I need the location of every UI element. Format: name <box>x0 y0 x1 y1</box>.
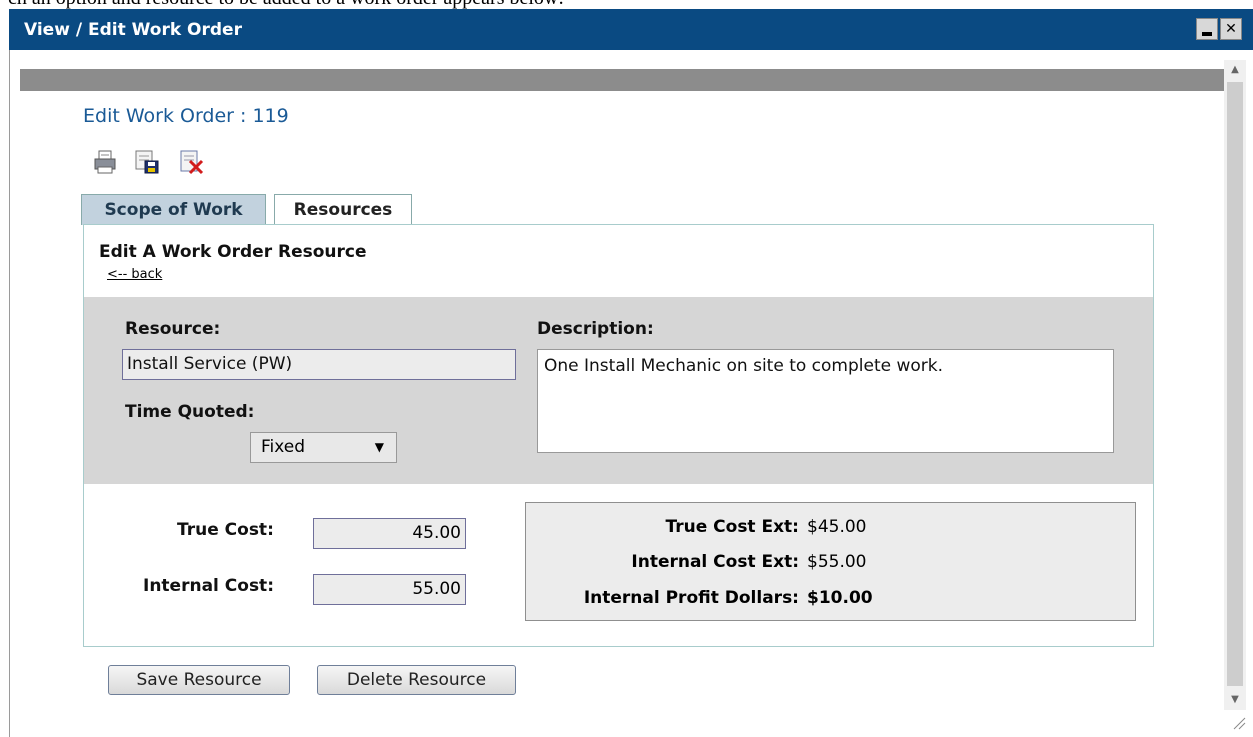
scroll-up-arrow-icon[interactable]: ▲ <box>1224 60 1246 80</box>
scroll-down-arrow-icon[interactable]: ▼ <box>1224 690 1246 710</box>
true-cost-input[interactable]: 45.00 <box>313 518 466 549</box>
profit-value: $10.00 <box>807 588 873 608</box>
back-link[interactable]: <-- back <box>107 267 162 282</box>
internal-cost-ext-value: $55.00 <box>807 552 867 572</box>
description-label: Description: <box>537 319 654 339</box>
vertical-scrollbar[interactable]: ▲ ▼ <box>1224 60 1246 710</box>
close-button[interactable]: ✕ <box>1220 18 1242 40</box>
true-cost-ext-value: $45.00 <box>807 517 867 537</box>
time-quoted-value: Fixed <box>261 437 306 457</box>
document-caption-strip: ch an option and resource to be added to… <box>0 0 1253 9</box>
resize-grip-icon[interactable] <box>1232 716 1246 730</box>
resource-edit-panel: Edit A Work Order Resource <-- back Reso… <box>83 224 1154 647</box>
time-quoted-select[interactable]: Fixed ▼ <box>250 432 397 463</box>
true-cost-ext-row: True Cost Ext: $45.00 <box>526 517 1137 541</box>
internal-cost-label: Internal Cost: <box>143 576 274 596</box>
dropdown-arrow-icon: ▼ <box>374 440 384 454</box>
cancel-icon[interactable] <box>179 149 205 175</box>
internal-cost-input[interactable]: 55.00 <box>313 574 466 605</box>
cost-section: True Cost: 45.00 Internal Cost: 55.00 Tr… <box>84 484 1153 646</box>
window-titlebar: View / Edit Work Order ✕ <box>9 9 1253 50</box>
close-icon: ✕ <box>1225 21 1237 37</box>
minimize-button[interactable] <box>1196 18 1218 40</box>
true-cost-label: True Cost: <box>177 520 274 540</box>
scroll-thumb[interactable] <box>1227 82 1243 686</box>
document-caption: ch an option and resource to be added to… <box>8 0 564 9</box>
cost-summary-box: True Cost Ext: $45.00 Internal Cost Ext:… <box>525 502 1136 621</box>
print-icon[interactable] <box>92 149 118 175</box>
save-resource-button[interactable]: Save Resource <box>108 665 290 695</box>
resource-label: Resource: <box>125 319 221 339</box>
internal-cost-ext-label: Internal Cost Ext: <box>631 552 799 572</box>
section-title: Edit A Work Order Resource <box>99 242 367 262</box>
time-quoted-label: Time Quoted: <box>125 402 255 422</box>
page-title: Edit Work Order : 119 <box>83 105 289 127</box>
delete-resource-button[interactable]: Delete Resource <box>317 665 516 695</box>
true-cost-ext-label: True Cost Ext: <box>665 517 800 537</box>
window-content: ▲ ▼ Edit Work Order : 119 Scope of Work … <box>9 50 1253 737</box>
internal-cost-ext-row: Internal Cost Ext: $55.00 <box>526 552 1137 576</box>
profit-label: Internal Profit Dollars: <box>583 588 799 608</box>
description-textarea[interactable]: One Install Mechanic on site to complete… <box>537 349 1114 453</box>
tab-resources[interactable]: Resources <box>274 194 412 225</box>
profit-row: Internal Profit Dollars: $10.00 <box>526 588 1137 612</box>
resource-details-section: Resource: Install Service (PW) Descripti… <box>84 297 1153 484</box>
tab-scope-of-work[interactable]: Scope of Work <box>81 194 266 225</box>
header-bar <box>20 69 1224 91</box>
resource-field[interactable]: Install Service (PW) <box>122 349 516 380</box>
minimize-icon <box>1202 32 1212 36</box>
save-icon[interactable] <box>134 149 160 175</box>
work-order-window: View / Edit Work Order ✕ ▲ ▼ Edit Work O… <box>9 9 1253 737</box>
window-title: View / Edit Work Order <box>24 20 242 40</box>
